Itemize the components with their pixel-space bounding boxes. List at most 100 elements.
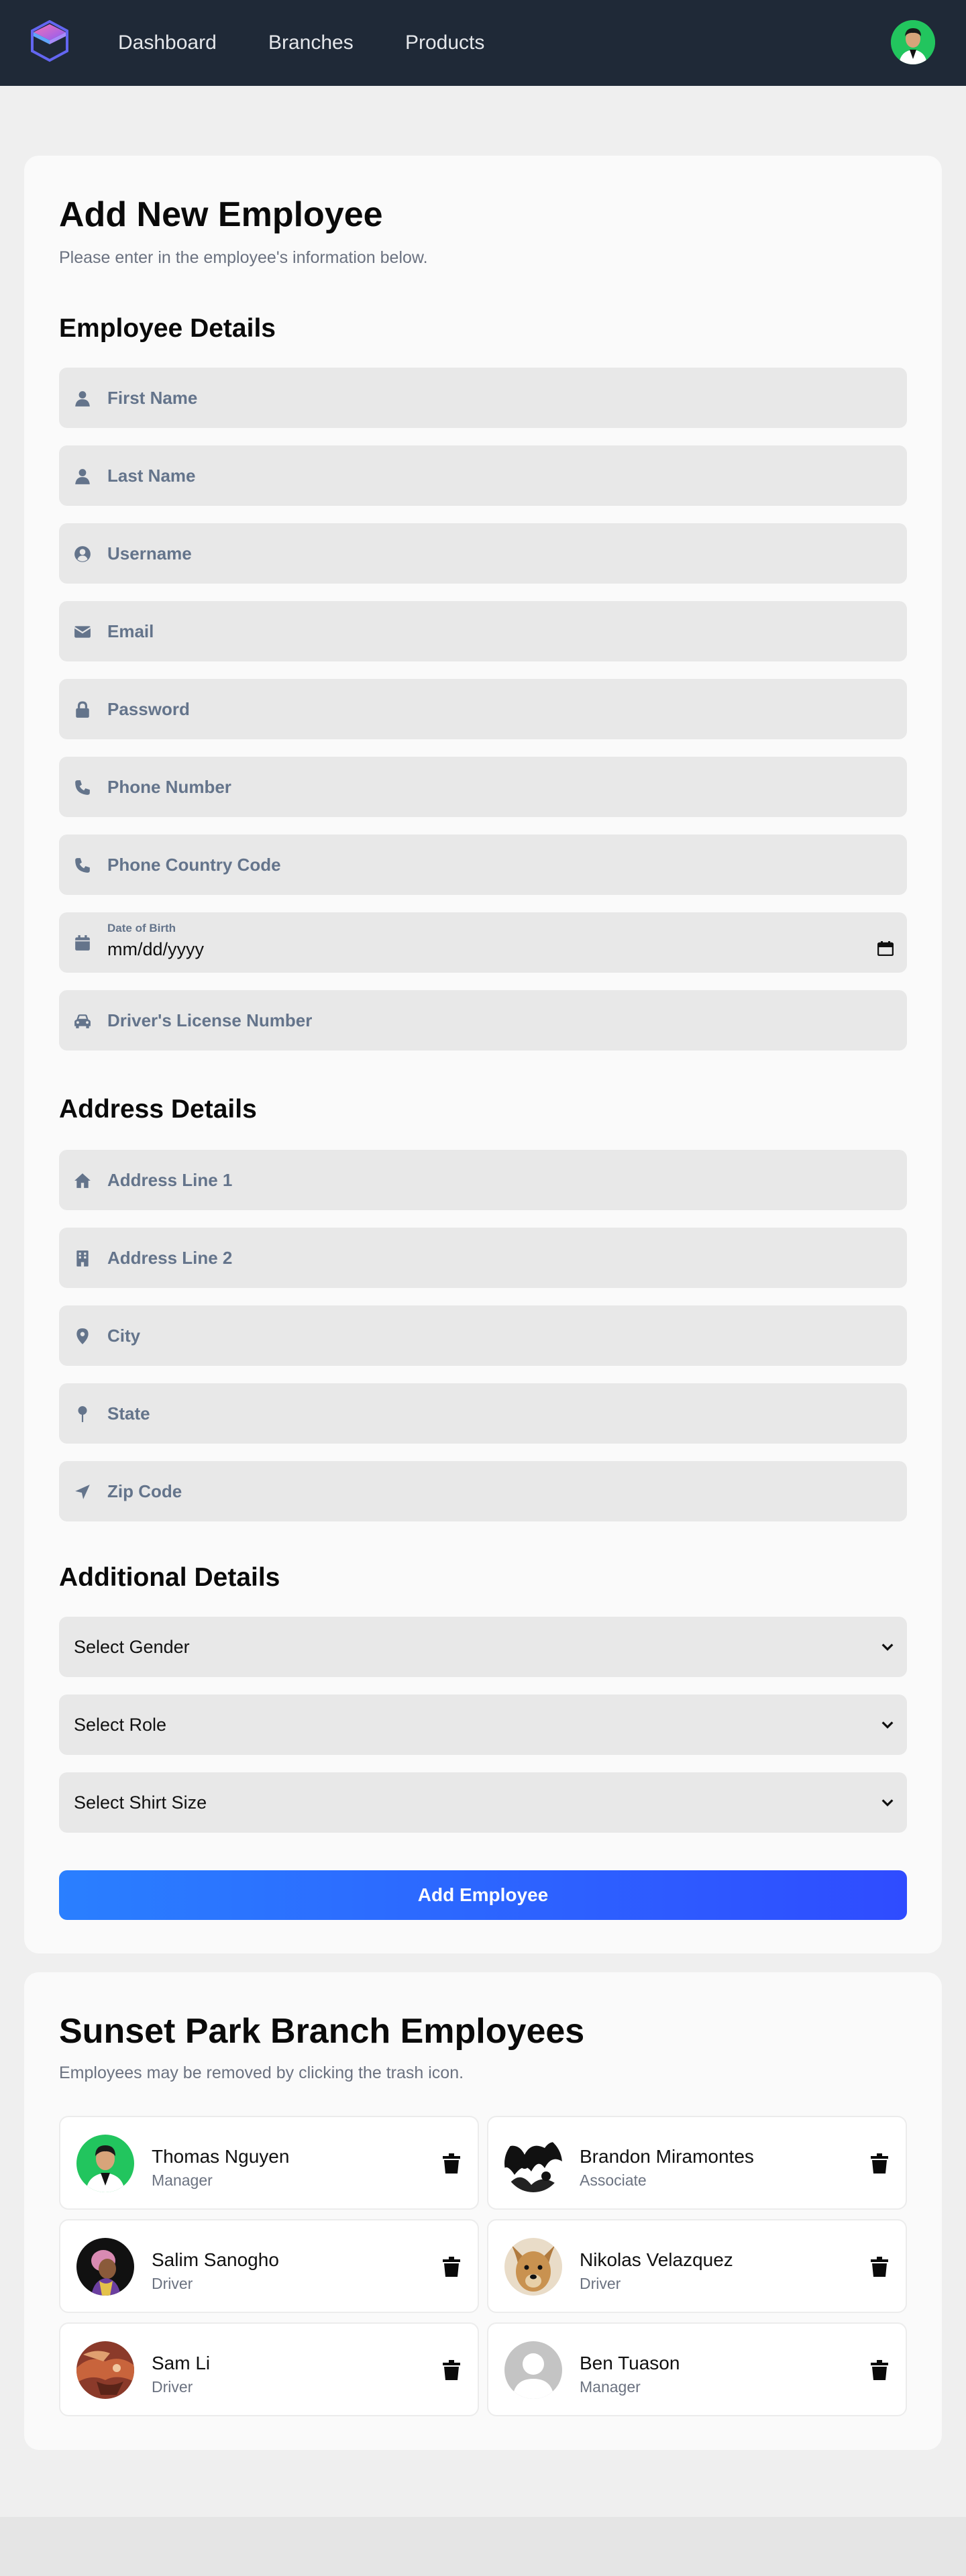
phone-number-field[interactable]: Phone Number [59, 757, 907, 817]
shirt-size-select[interactable]: Select Shirt Size [59, 1772, 907, 1833]
location-arrow-icon [75, 1485, 90, 1499]
gender-select[interactable]: Select Gender [59, 1617, 907, 1677]
trash-icon[interactable] [871, 2257, 888, 2277]
city-field[interactable]: City [59, 1305, 907, 1366]
phone-icon [75, 780, 90, 795]
chevron-down-icon [881, 1644, 894, 1651]
employees-title: Sunset Park Branch Employees [59, 2012, 585, 2051]
employee-details-heading: Employee Details [59, 314, 276, 343]
date-of-birth-field[interactable]: Date of Birth mm/dd/yyyy [59, 912, 907, 973]
employee-card: Thomas Nguyen Manager [59, 2116, 479, 2210]
address-details-heading: Address Details [59, 1095, 257, 1124]
first-name-field[interactable]: First Name [59, 368, 907, 428]
trash-icon[interactable] [443, 2360, 460, 2380]
address-line-2-placeholder: Address Line 2 [107, 1248, 233, 1268]
employee-role: Driver [152, 2378, 193, 2396]
employee-name: Ben Tuason [580, 2353, 680, 2373]
employees-subtitle: Employees may be removed by clicking the… [59, 2063, 464, 2082]
employee-name: Thomas Nguyen [152, 2146, 290, 2167]
email-placeholder: Email [107, 621, 154, 641]
employee-avatar [504, 2135, 562, 2192]
password-placeholder: Password [107, 699, 190, 719]
date-picker-icon[interactable] [877, 941, 894, 956]
thumbtack-icon [78, 1406, 87, 1422]
employee-avatar [76, 2341, 134, 2399]
role-select-value: Select Role [74, 1715, 167, 1735]
first-name-placeholder: First Name [107, 388, 198, 408]
employee-role: Driver [152, 2275, 193, 2292]
employee-name: Brandon Miramontes [580, 2146, 754, 2167]
building-icon [76, 1250, 89, 1267]
date-of-birth-label: Date of Birth [107, 922, 176, 934]
envelope-icon [74, 626, 91, 638]
employee-avatar [504, 2238, 562, 2296]
branch-employees-card: Sunset Park Branch Employees Employees m… [24, 1972, 942, 2450]
employee-name: Sam Li [152, 2353, 211, 2373]
user-circle-icon [74, 546, 91, 562]
role-select[interactable]: Select Role [59, 1695, 907, 1755]
address-line-1-field[interactable]: Address Line 1 [59, 1150, 907, 1210]
employee-card: Ben Tuason Manager [487, 2322, 907, 2416]
form-subtitle: Please enter in the employee's informati… [59, 248, 428, 267]
chevron-down-icon [881, 1799, 894, 1807]
footer-strip [0, 2517, 966, 2576]
chevron-down-icon [881, 1721, 894, 1729]
shirt-size-select-value: Select Shirt Size [74, 1792, 207, 1813]
map-pin-icon [76, 1328, 89, 1344]
nav-link-branches[interactable]: Branches [268, 30, 354, 56]
phone-icon [75, 858, 90, 873]
employee-name: Salim Sanogho [152, 2249, 279, 2270]
employee-card: Brandon Miramontes Associate [487, 2116, 907, 2210]
state-placeholder: State [107, 1403, 150, 1424]
user-avatar[interactable] [891, 20, 935, 64]
car-icon [74, 1014, 91, 1028]
password-field[interactable]: Password [59, 679, 907, 739]
employee-role: Manager [152, 2171, 213, 2189]
city-placeholder: City [107, 1326, 141, 1346]
logo-icon[interactable] [30, 19, 70, 63]
email-field[interactable]: Email [59, 601, 907, 661]
nav-link-dashboard[interactable]: Dashboard [118, 30, 217, 56]
date-of-birth-value: mm/dd/yyyy [107, 939, 205, 959]
nav-link-products[interactable]: Products [405, 30, 484, 56]
address-line-2-field[interactable]: Address Line 2 [59, 1228, 907, 1288]
add-employee-card: Add New Employee Please enter in the emp… [24, 156, 942, 1953]
employee-avatar [76, 2135, 134, 2192]
phone-country-code-field[interactable]: Phone Country Code [59, 835, 907, 895]
trash-icon[interactable] [871, 2153, 888, 2174]
username-field[interactable]: Username [59, 523, 907, 584]
trash-icon[interactable] [443, 2153, 460, 2174]
employee-role: Associate [580, 2171, 647, 2189]
zip-code-placeholder: Zip Code [107, 1481, 182, 1501]
gender-select-value: Select Gender [74, 1637, 190, 1657]
employee-card: Nikolas Velazquez Driver [487, 2219, 907, 2313]
employee-avatar [76, 2238, 134, 2296]
last-name-field[interactable]: Last Name [59, 445, 907, 506]
form-title: Add New Employee [59, 195, 383, 234]
employee-name: Nikolas Velazquez [580, 2249, 733, 2270]
employee-avatar-placeholder [504, 2341, 562, 2399]
username-placeholder: Username [107, 543, 192, 564]
home-icon [74, 1173, 91, 1188]
employee-card: Sam Li Driver [59, 2322, 479, 2416]
drivers-license-placeholder: Driver's License Number [107, 1010, 313, 1030]
zip-code-field[interactable]: Zip Code [59, 1461, 907, 1521]
phone-number-placeholder: Phone Number [107, 777, 231, 797]
user-icon [75, 391, 90, 407]
trash-icon[interactable] [871, 2360, 888, 2380]
additional-details-heading: Additional Details [59, 1563, 280, 1592]
drivers-license-field[interactable]: Driver's License Number [59, 990, 907, 1051]
state-field[interactable]: State [59, 1383, 907, 1444]
employee-role: Manager [580, 2378, 641, 2396]
employee-card: Salim Sanogho Driver [59, 2219, 479, 2313]
calendar-icon [75, 935, 90, 951]
last-name-placeholder: Last Name [107, 466, 196, 486]
phone-country-code-placeholder: Phone Country Code [107, 855, 281, 875]
trash-icon[interactable] [443, 2257, 460, 2277]
address-line-1-placeholder: Address Line 1 [107, 1170, 233, 1190]
top-navbar: Dashboard Branches Products [0, 0, 966, 86]
employee-role: Driver [580, 2275, 621, 2292]
user-icon [75, 469, 90, 484]
lock-icon [76, 701, 89, 718]
add-employee-button[interactable]: Add Employee [59, 1870, 907, 1920]
